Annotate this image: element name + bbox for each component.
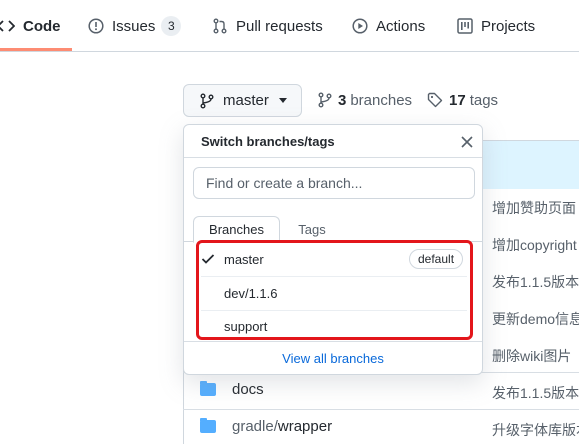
file-name[interactable]: docs <box>232 381 264 398</box>
tab-branches[interactable]: Branches <box>193 216 280 243</box>
folder-icon <box>200 418 216 433</box>
code-icon <box>0 20 15 32</box>
table-row[interactable]: docs <box>200 381 264 398</box>
check-icon <box>201 254 215 264</box>
dropdown-title: Switch branches/tags <box>201 134 335 149</box>
issue-opened-icon <box>88 18 104 34</box>
tags-count: 17 <box>449 91 466 109</box>
tab-issues-label: Issues <box>112 17 156 35</box>
branch-item-label: master <box>224 252 264 267</box>
commit-message[interactable]: 删除wiki图片 <box>492 346 571 366</box>
branch-item-label: support <box>224 319 268 334</box>
branch-item-support[interactable]: support <box>184 310 482 343</box>
divider <box>184 157 482 158</box>
commit-message[interactable]: 增加copyright <box>492 235 577 255</box>
git-branch-icon <box>200 93 214 108</box>
commit-message[interactable]: 发布1.1.5版本 <box>492 272 579 292</box>
tab-code-label: Code <box>23 17 61 35</box>
tab-actions[interactable]: Actions <box>352 0 425 52</box>
tag-icon <box>427 92 443 108</box>
commit-message[interactable]: 升级字体库版本 <box>492 420 579 440</box>
chevron-down-icon <box>278 98 287 103</box>
commit-message[interactable]: 发布1.1.5版本 <box>492 383 579 403</box>
file-name[interactable]: wrapper <box>278 418 332 435</box>
tags-label: tags <box>469 91 499 109</box>
close-icon[interactable] <box>460 135 474 149</box>
commit-message[interactable]: 增加赞助页面 <box>492 198 576 218</box>
issues-counter: 3 <box>161 16 182 36</box>
tab-actions-label: Actions <box>376 17 426 35</box>
file-name-prefix: gradle/ <box>232 418 278 435</box>
row-divider <box>183 409 579 410</box>
tab-projects-label: Projects <box>481 17 536 35</box>
branches-link[interactable]: 3 branches <box>318 88 412 112</box>
git-branch-icon <box>318 92 332 108</box>
tab-projects[interactable]: Projects <box>457 0 535 52</box>
branch-item-dev[interactable]: dev/1.1.6 <box>184 277 482 310</box>
tab-issues[interactable]: Issues 3 <box>88 0 182 52</box>
dropdown-tabs: Branches Tags <box>184 216 482 243</box>
tags-link[interactable]: 17 tags <box>427 88 498 112</box>
project-icon <box>457 18 473 34</box>
view-all-branches-link[interactable]: View all branches <box>184 341 482 376</box>
commit-message[interactable]: 更新demo信息 <box>492 309 579 329</box>
branches-count: 3 <box>338 91 347 109</box>
branches-label: branches <box>350 91 413 109</box>
folder-icon <box>200 381 216 396</box>
branch-filter-input[interactable] <box>193 167 475 199</box>
active-tab-indicator <box>0 48 72 51</box>
git-pull-request-icon <box>213 18 227 34</box>
branch-dropdown: Switch branches/tags Branches Tags maste… <box>183 124 483 375</box>
tab-tags[interactable]: Tags <box>284 216 340 242</box>
table-row[interactable]: gradle/wrapper <box>200 418 332 435</box>
branch-item-master[interactable]: master default <box>184 243 482 276</box>
branch-select-button[interactable]: master <box>183 84 302 117</box>
tab-code[interactable]: Code <box>0 0 61 52</box>
default-badge: default <box>409 249 464 269</box>
tab-pull-requests[interactable]: Pull requests <box>212 0 323 52</box>
current-branch-label: master <box>223 92 269 109</box>
tab-pull-requests-label: Pull requests <box>236 17 323 35</box>
repo-nav: Code Issues 3 Pull requests Actions Proj… <box>0 0 579 52</box>
branch-item-label: dev/1.1.6 <box>224 286 278 301</box>
play-icon <box>352 18 368 34</box>
